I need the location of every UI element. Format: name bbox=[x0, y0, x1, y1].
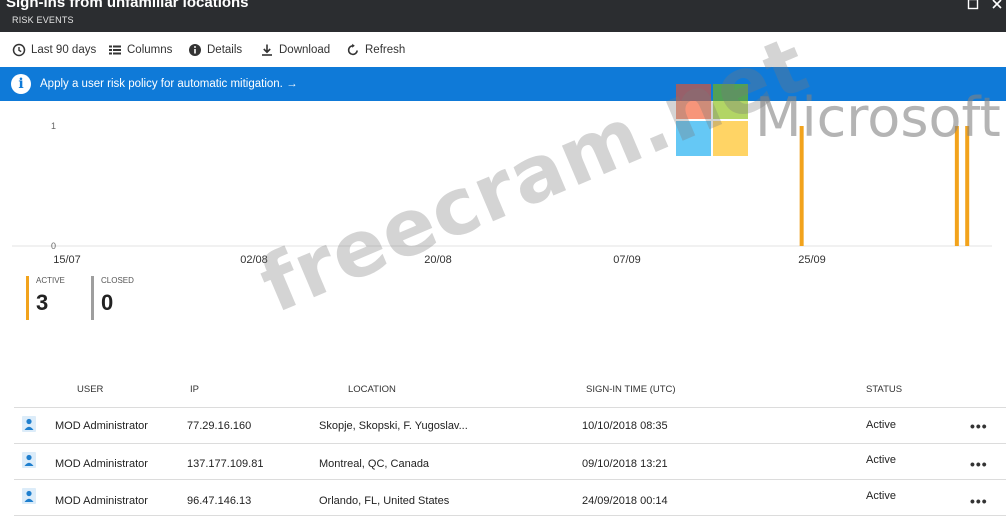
user-icon bbox=[22, 452, 36, 468]
chart-bar bbox=[965, 126, 970, 246]
last-90-days-label: Last 90 days bbox=[31, 44, 97, 56]
blade-title: Sign-ins from unfamiliar locations bbox=[6, 0, 249, 11]
signin-time-cell: 10/10/2018 08:35 bbox=[582, 420, 668, 432]
user-icon bbox=[22, 416, 36, 432]
download-button[interactable]: Download bbox=[260, 41, 330, 59]
table-header: USER IP LOCATION SIGN-IN TIME (UTC) STAT… bbox=[14, 378, 1006, 408]
column-header-ip[interactable]: IP bbox=[190, 384, 199, 395]
column-header-signin-time[interactable]: SIGN-IN TIME (UTC) bbox=[586, 384, 676, 395]
table-row[interactable]: MOD Administrator 77.29.16.160 Skopje, S… bbox=[14, 408, 1006, 444]
x-tick-label: 02/08 bbox=[240, 254, 268, 266]
location-cell: Montreal, QC, Canada bbox=[319, 458, 430, 470]
more-options-icon[interactable]: ••• bbox=[970, 418, 988, 434]
table-row[interactable]: MOD Administrator 96.47.146.13 Orlando, … bbox=[14, 480, 1006, 516]
signin-time-cell: 24/09/2018 00:14 bbox=[582, 495, 668, 507]
y-tick-label: 0 bbox=[51, 241, 56, 251]
column-header-user[interactable]: USER bbox=[77, 384, 103, 395]
policy-banner-text: Apply a user risk policy for automatic m… bbox=[40, 78, 298, 90]
details-label: Details bbox=[207, 44, 243, 56]
user-cell: MOD Administrator bbox=[55, 420, 148, 432]
column-header-status[interactable]: STATUS bbox=[866, 384, 902, 395]
more-options-icon[interactable]: ••• bbox=[970, 456, 988, 472]
ip-cell: 96.47.146.13 bbox=[187, 495, 252, 507]
columns-button[interactable]: Columns bbox=[108, 41, 172, 59]
closed-label: CLOSED bbox=[101, 276, 134, 285]
column-header-location[interactable]: LOCATION bbox=[348, 384, 396, 395]
x-tick-label: 15/07 bbox=[53, 254, 81, 266]
user-cell: MOD Administrator bbox=[55, 495, 148, 507]
x-tick-label: 20/08 bbox=[424, 254, 452, 266]
signin-time-cell: 09/10/2018 13:21 bbox=[582, 458, 668, 470]
refresh-label: Refresh bbox=[365, 44, 406, 56]
risk-events-chart-svg: 1 0 15/07 02/08 20/08 07/09 25/09 bbox=[12, 121, 992, 266]
last-90-days-button[interactable]: Last 90 days bbox=[12, 41, 96, 59]
download-label: Download bbox=[279, 44, 331, 56]
ip-cell: 77.29.16.160 bbox=[187, 420, 252, 432]
command-bar: Last 90 days Columns Details Download Re… bbox=[0, 32, 1006, 67]
closed-value: 0 bbox=[101, 290, 114, 315]
refresh-button[interactable]: Refresh bbox=[346, 41, 405, 59]
table-row[interactable]: MOD Administrator 137.177.109.81 Montrea… bbox=[14, 444, 1006, 480]
x-tick-label: 07/09 bbox=[613, 254, 641, 266]
policy-banner[interactable]: i Apply a user risk policy for automatic… bbox=[0, 67, 1006, 101]
close-icon[interactable] bbox=[990, 0, 1004, 12]
blade-subtitle: RISK EVENTS bbox=[12, 15, 74, 25]
chart-bar bbox=[954, 126, 959, 246]
x-tick-label: 25/09 bbox=[798, 254, 826, 266]
risk-events-chart: 1 0 15/07 02/08 20/08 07/09 25/09 bbox=[0, 101, 1006, 271]
chart-bar bbox=[799, 126, 804, 246]
closed-color-bar bbox=[91, 276, 94, 320]
info-icon: i bbox=[11, 74, 31, 94]
details-button[interactable]: Details bbox=[188, 41, 242, 59]
location-cell: Skopje, Skopski, F. Yugoslav... bbox=[319, 420, 468, 432]
maximize-icon[interactable] bbox=[966, 0, 980, 12]
blade-header: Sign-ins from unfamiliar locations RISK … bbox=[0, 0, 1006, 32]
location-cell: Orlando, FL, United States bbox=[319, 495, 450, 507]
status-cell: Active bbox=[866, 419, 896, 431]
columns-label: Columns bbox=[127, 44, 173, 56]
refresh-icon bbox=[346, 43, 360, 57]
clock-icon bbox=[12, 43, 26, 57]
download-icon bbox=[260, 43, 274, 57]
active-value: 3 bbox=[36, 290, 49, 315]
status-cell: Active bbox=[866, 490, 896, 502]
active-color-bar bbox=[26, 276, 29, 320]
info-icon bbox=[188, 43, 202, 57]
y-tick-label: 1 bbox=[51, 121, 56, 131]
more-options-icon[interactable]: ••• bbox=[970, 493, 988, 509]
active-label: ACTIVE bbox=[36, 276, 65, 285]
status-cell: Active bbox=[866, 454, 896, 466]
user-icon bbox=[22, 488, 36, 504]
columns-icon bbox=[108, 43, 122, 57]
ip-cell: 137.177.109.81 bbox=[187, 458, 264, 470]
user-cell: MOD Administrator bbox=[55, 458, 148, 470]
